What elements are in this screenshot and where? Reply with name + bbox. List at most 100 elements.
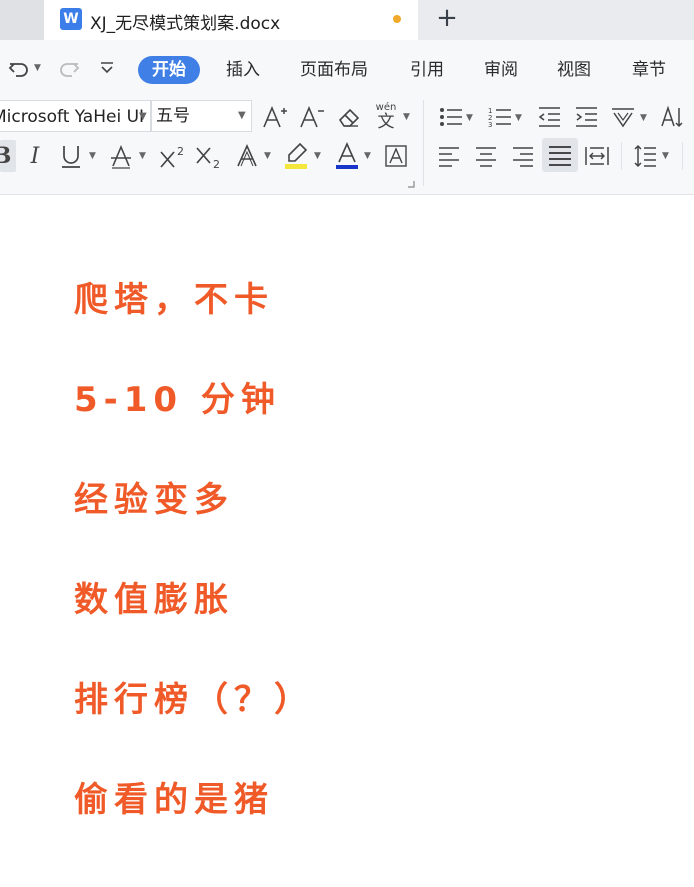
distributed-align-icon xyxy=(585,147,609,165)
tab-page-layout[interactable]: 页面布局 xyxy=(300,56,368,84)
document-line-5: 排行榜（？） xyxy=(74,680,314,720)
underline-caret-icon[interactable]: ▼ xyxy=(89,151,96,161)
document-line-2: 5-10 分钟 xyxy=(74,380,281,420)
chevron-down-icon xyxy=(101,62,113,74)
document-tab-title: XJ_无尽模式策划案.docx xyxy=(90,14,281,34)
chinese-layout-icon xyxy=(612,108,634,128)
bold-icon: B xyxy=(0,143,12,169)
phonetic-caret-icon[interactable]: ▼ xyxy=(403,112,410,122)
highlight-button[interactable] xyxy=(282,140,312,172)
font-name-select[interactable]: Microsoft YaHei UI ▼ xyxy=(0,100,151,132)
align-center-button[interactable] xyxy=(471,140,501,172)
font-color-caret-icon[interactable]: ▼ xyxy=(364,151,371,161)
phonetic-char: 文 xyxy=(377,112,395,132)
align-left-button[interactable] xyxy=(434,140,464,172)
phonetic-guide-button[interactable]: wén 文 xyxy=(369,100,403,134)
shrink-font-button[interactable] xyxy=(297,102,327,132)
numbering-button[interactable]: 1 2 3 xyxy=(485,102,515,132)
grow-font-button[interactable] xyxy=(260,102,290,132)
chinese-layout-button[interactable] xyxy=(608,102,638,132)
ribbon-inner-separator-2 xyxy=(682,142,683,170)
sort-button[interactable] xyxy=(658,102,688,132)
text-effect-caret-icon[interactable]: ▼ xyxy=(264,151,271,161)
underline-icon xyxy=(62,146,80,168)
sort-icon xyxy=(661,105,683,128)
line-spacing-caret-icon[interactable]: ▼ xyxy=(662,151,669,161)
decrease-indent-icon xyxy=(538,107,560,127)
tab-sections[interactable]: 章节 xyxy=(632,56,666,84)
previous-tab[interactable] xyxy=(0,0,44,40)
subscript-icon: 2 xyxy=(196,147,220,170)
font-color-icon xyxy=(336,142,358,169)
strikethrough-caret-icon[interactable]: ▼ xyxy=(139,151,146,161)
text-effect-button[interactable] xyxy=(232,140,262,172)
bold-button[interactable]: B xyxy=(0,140,16,172)
character-border-button[interactable] xyxy=(382,141,410,171)
tab-insert[interactable]: 插入 xyxy=(226,56,260,84)
subscript-button[interactable]: 2 xyxy=(193,140,225,172)
bullet-list-icon xyxy=(440,108,462,126)
svg-text:3: 3 xyxy=(488,121,492,129)
numbering-caret-icon[interactable]: ▼ xyxy=(515,113,522,123)
document-line-6: 偷看的是猪 xyxy=(74,780,274,820)
tab-view[interactable]: 视图 xyxy=(557,56,591,84)
new-tab-button[interactable]: + xyxy=(434,4,460,34)
font-size-select[interactable]: 五号 ▼ xyxy=(151,100,252,132)
align-center-icon xyxy=(476,147,496,167)
italic-icon: I xyxy=(30,143,40,169)
align-left-icon xyxy=(439,147,459,167)
strikethrough-button[interactable] xyxy=(106,140,136,172)
line-spacing-button[interactable] xyxy=(630,140,660,172)
font-size-caret-icon[interactable]: ▼ xyxy=(238,101,246,131)
clear-format-button[interactable] xyxy=(334,102,364,132)
shrink-font-icon xyxy=(300,105,324,128)
chinese-layout-caret-icon[interactable]: ▼ xyxy=(640,113,647,123)
ribbon-group-separator xyxy=(423,100,424,186)
undo-icon xyxy=(8,63,28,77)
align-right-icon xyxy=(513,147,533,167)
customize-quick-access-button[interactable] xyxy=(98,54,116,82)
document-line-1: 爬塔，不卡 xyxy=(74,280,274,320)
text-effect-icon xyxy=(237,144,257,167)
svg-text:2: 2 xyxy=(177,145,184,158)
svg-text:2: 2 xyxy=(213,158,220,170)
character-border-icon xyxy=(385,145,407,167)
font-name-value: Microsoft YaHei UI xyxy=(0,107,145,127)
highlighter-icon xyxy=(285,142,308,169)
eraser-icon xyxy=(338,108,360,127)
decrease-indent-button[interactable] xyxy=(534,102,564,132)
superscript-button[interactable]: 2 xyxy=(157,140,189,172)
redo-icon xyxy=(60,63,80,77)
undo-dropdown-caret-icon[interactable]: ▼ xyxy=(34,63,41,73)
tab-references[interactable]: 引用 xyxy=(410,56,444,84)
font-dialog-launcher-icon[interactable] xyxy=(407,180,415,188)
italic-button[interactable]: I xyxy=(22,140,48,172)
strikethrough-icon xyxy=(111,144,131,169)
font-size-value: 五号 xyxy=(156,106,190,126)
document-tab[interactable]: W XJ_无尽模式策划案.docx xyxy=(44,0,418,40)
highlight-caret-icon[interactable]: ▼ xyxy=(314,151,321,161)
superscript-icon: 2 xyxy=(160,145,184,168)
tab-review[interactable]: 审阅 xyxy=(484,56,518,84)
line-spacing-icon xyxy=(634,144,656,168)
underline-button[interactable] xyxy=(56,140,86,172)
distributed-align-button[interactable] xyxy=(582,140,612,172)
justify-icon xyxy=(549,146,571,166)
wps-writer-icon: W xyxy=(60,8,82,30)
increase-indent-icon xyxy=(576,107,597,127)
grow-font-icon xyxy=(263,105,287,128)
font-name-caret-icon[interactable]: ▼ xyxy=(139,101,147,131)
font-color-button[interactable] xyxy=(332,140,362,172)
justify-button[interactable] xyxy=(542,138,578,172)
document-line-4: 数值膨胀 xyxy=(74,580,234,620)
tab-home[interactable]: 开始 xyxy=(138,56,200,84)
align-right-button[interactable] xyxy=(508,140,538,172)
unsaved-indicator xyxy=(393,15,401,23)
bullets-button[interactable] xyxy=(436,102,466,132)
numbered-list-icon: 1 2 3 xyxy=(488,107,511,129)
redo-button[interactable] xyxy=(56,54,82,82)
document-line-3: 经验变多 xyxy=(74,480,234,520)
bullets-caret-icon[interactable]: ▼ xyxy=(466,113,473,123)
increase-indent-button[interactable] xyxy=(571,102,601,132)
undo-button[interactable]: ▼ xyxy=(6,54,41,82)
